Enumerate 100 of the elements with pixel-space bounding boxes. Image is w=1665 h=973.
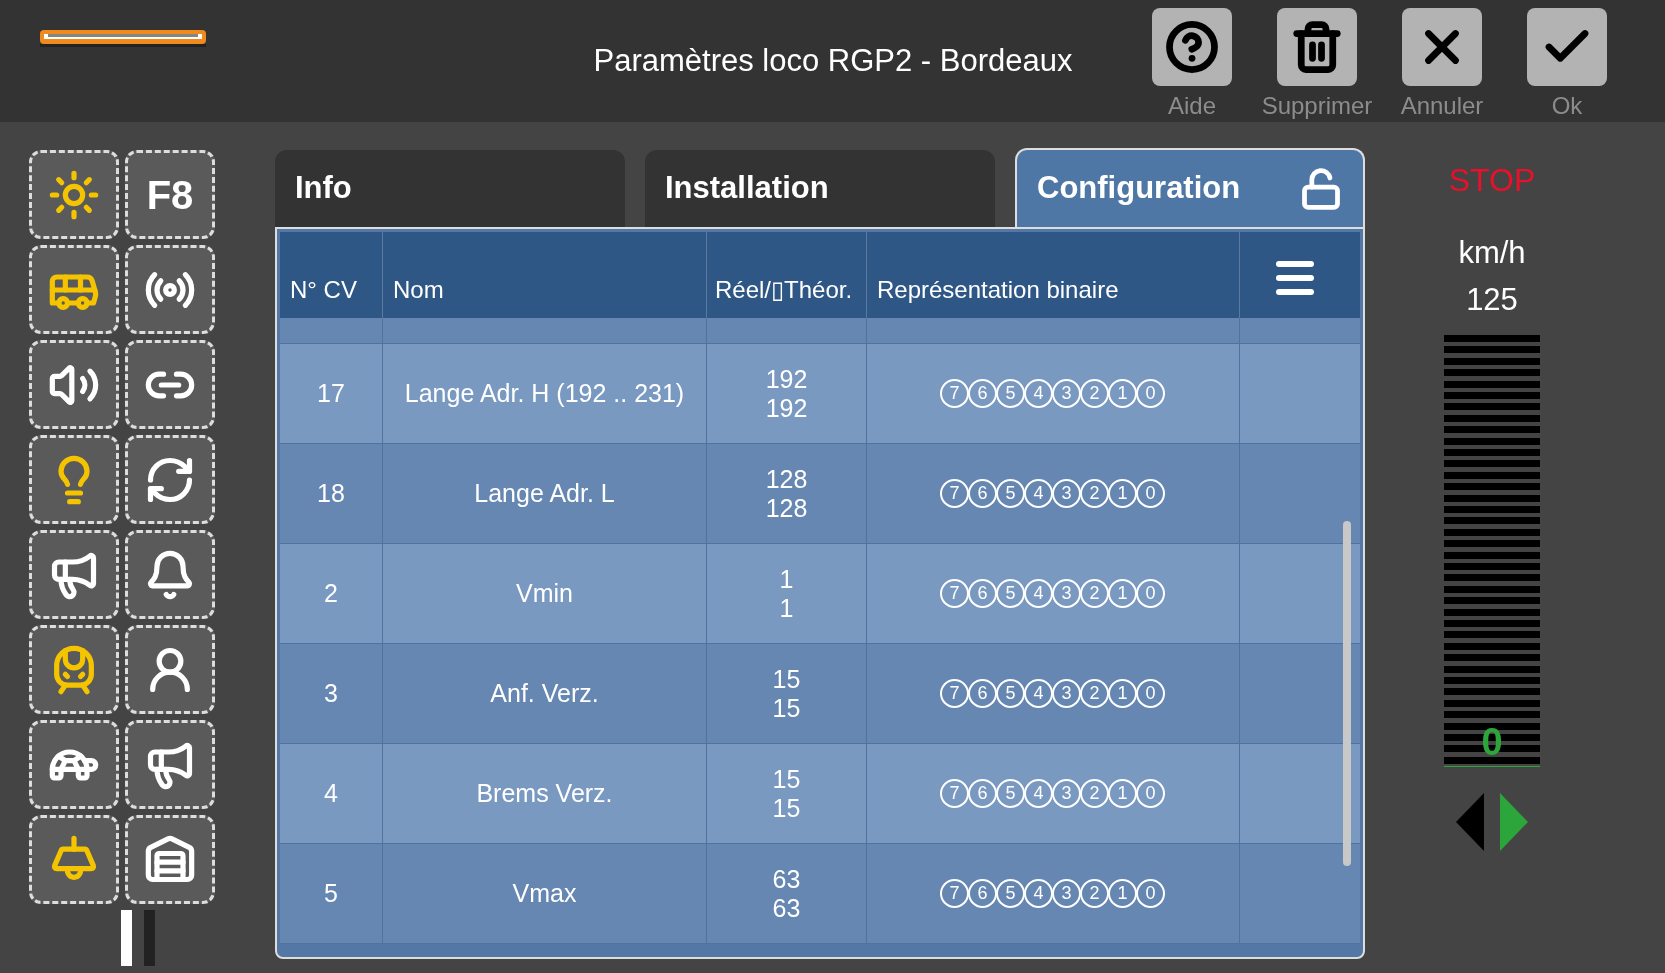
real-value: 192	[765, 364, 808, 394]
real-value: 128	[765, 464, 808, 494]
function-button[interactable]	[125, 720, 215, 809]
bit-toggle[interactable]: 6	[968, 679, 997, 708]
ok-button[interactable]	[1527, 8, 1607, 86]
real-value: 1	[779, 564, 794, 594]
real-value: 15	[772, 664, 801, 694]
bit-toggle[interactable]: 7	[940, 579, 969, 608]
bit-toggle[interactable]: 1	[1108, 379, 1137, 408]
function-button[interactable]	[29, 435, 119, 524]
bit-toggle[interactable]: 5	[996, 779, 1025, 808]
bit-toggle[interactable]: 3	[1052, 679, 1081, 708]
theoretical-value: 15	[772, 793, 801, 823]
function-button[interactable]	[125, 435, 215, 524]
function-button[interactable]	[125, 815, 215, 904]
bit-toggle[interactable]: 4	[1024, 679, 1053, 708]
bit-toggle[interactable]: 7	[940, 479, 969, 508]
bit-toggle[interactable]: 0	[1136, 879, 1165, 908]
bit-toggle[interactable]: 6	[968, 779, 997, 808]
bit-toggle[interactable]: 1	[1108, 779, 1137, 808]
speed-gauge[interactable]: 0	[1444, 335, 1540, 767]
stop-label: STOP	[1448, 161, 1536, 200]
bit-toggle[interactable]: 7	[940, 779, 969, 808]
speed-unit: km/h	[1458, 234, 1526, 272]
bit-toggle[interactable]: 3	[1052, 479, 1081, 508]
theoretical-value: 63	[772, 893, 801, 923]
cancel-button[interactable]	[1402, 8, 1482, 86]
tab[interactable]: Configuration	[1015, 148, 1365, 227]
bit-toggle[interactable]: 1	[1108, 879, 1137, 908]
function-button[interactable]	[29, 625, 119, 714]
bit-toggle[interactable]: 5	[996, 879, 1025, 908]
tab[interactable]: Info	[275, 150, 625, 227]
bit-toggle[interactable]: 6	[968, 579, 997, 608]
bit-toggle[interactable]: 2	[1080, 479, 1109, 508]
cv-name: Vmin	[516, 577, 573, 609]
function-button[interactable]	[29, 150, 119, 239]
function-button[interactable]	[29, 530, 119, 619]
cv-name: Lange Adr. H (192 .. 231)	[404, 377, 685, 409]
function-button[interactable]	[125, 340, 215, 429]
theoretical-value: 1	[779, 593, 794, 623]
bit-toggle[interactable]: 2	[1080, 379, 1109, 408]
bit-toggle[interactable]: 1	[1108, 579, 1137, 608]
bit-toggle[interactable]: 2	[1080, 579, 1109, 608]
bit-toggle[interactable]: 3	[1052, 879, 1081, 908]
bit-toggle[interactable]: 5	[996, 679, 1025, 708]
bit-toggle[interactable]: 0	[1136, 379, 1165, 408]
bit-toggle[interactable]: 4	[1024, 479, 1053, 508]
function-button[interactable]	[29, 815, 119, 904]
bit-toggle[interactable]: 2	[1080, 779, 1109, 808]
scrollbar[interactable]	[1343, 521, 1351, 866]
bit-toggle[interactable]: 4	[1024, 779, 1053, 808]
function-button[interactable]	[29, 340, 119, 429]
bit-toggle[interactable]: 5	[996, 479, 1025, 508]
cv-number: 5	[324, 877, 338, 909]
cv-name: Vmax	[512, 877, 577, 909]
function-button[interactable]	[125, 245, 215, 334]
bit-toggle[interactable]: 0	[1136, 679, 1165, 708]
button-label: Annuler	[1400, 91, 1484, 121]
trash-icon	[1290, 20, 1344, 74]
function-button[interactable]	[125, 625, 215, 714]
bit-toggle[interactable]: 5	[996, 379, 1025, 408]
bit-toggle[interactable]: 1	[1108, 679, 1137, 708]
bit-toggle[interactable]: 4	[1024, 879, 1053, 908]
speed-value: 0	[1480, 720, 1504, 765]
bit-toggle[interactable]: 7	[940, 879, 969, 908]
bit-toggle[interactable]: 4	[1024, 379, 1053, 408]
bit-toggle[interactable]: 0	[1136, 779, 1165, 808]
bit-toggle[interactable]: 1	[1108, 479, 1137, 508]
bit-toggle[interactable]: 2	[1080, 679, 1109, 708]
bit-toggle[interactable]: 3	[1052, 579, 1081, 608]
delete-button[interactable]	[1277, 8, 1357, 86]
tab[interactable]: Installation	[645, 150, 995, 227]
cv-name: Anf. Verz.	[490, 677, 599, 709]
theoretical-value: 192	[765, 393, 808, 423]
button-label: Ok	[1551, 91, 1583, 121]
right-arrow-icon[interactable]	[1500, 793, 1528, 851]
bit-toggle[interactable]: 3	[1052, 379, 1081, 408]
theoretical-value: 128	[765, 493, 808, 523]
function-button[interactable]	[125, 530, 215, 619]
help-icon	[1165, 20, 1219, 74]
window-title: Paramètres loco RGP2 - Bordeaux	[592, 42, 1074, 80]
bit-toggle[interactable]: 4	[1024, 579, 1053, 608]
bit-toggle[interactable]: 7	[940, 379, 969, 408]
function-button[interactable]	[29, 245, 119, 334]
function-button[interactable]	[29, 720, 119, 809]
function-button[interactable]: F8	[125, 150, 215, 239]
bit-toggle[interactable]: 2	[1080, 879, 1109, 908]
cv-name: Brems Verz.	[476, 777, 613, 809]
bit-toggle[interactable]: 0	[1136, 479, 1165, 508]
sun-icon	[48, 168, 100, 221]
bit-toggle[interactable]: 6	[968, 379, 997, 408]
cv-number: 2	[324, 577, 338, 609]
bit-toggle[interactable]: 7	[940, 679, 969, 708]
bit-toggle[interactable]: 6	[968, 879, 997, 908]
bit-toggle[interactable]: 6	[968, 479, 997, 508]
bit-toggle[interactable]: 5	[996, 579, 1025, 608]
bit-toggle[interactable]: 3	[1052, 779, 1081, 808]
bit-toggle[interactable]: 0	[1136, 579, 1165, 608]
button-label: Supprimer	[1261, 91, 1373, 121]
help-button[interactable]	[1152, 8, 1232, 86]
